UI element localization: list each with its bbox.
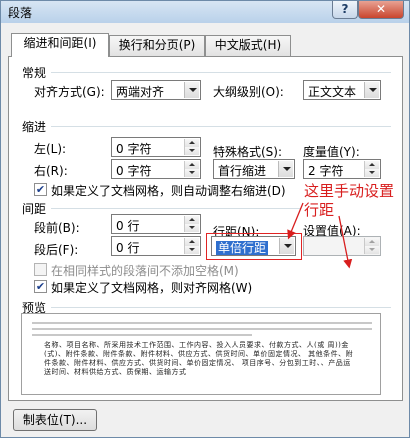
arrow-to-line-spacing — [287, 202, 304, 240]
arrow-to-at-value — [338, 215, 353, 269]
tab-indents-spacing[interactable]: 缩进和间距(I) — [11, 33, 109, 57]
annotation-arrows — [287, 202, 353, 269]
paragraph-dialog: 段落 ? ✕ 缩进和间距(I) 换行和分页(P) 中文版式(H) 常规 对齐方式… — [0, 0, 410, 438]
